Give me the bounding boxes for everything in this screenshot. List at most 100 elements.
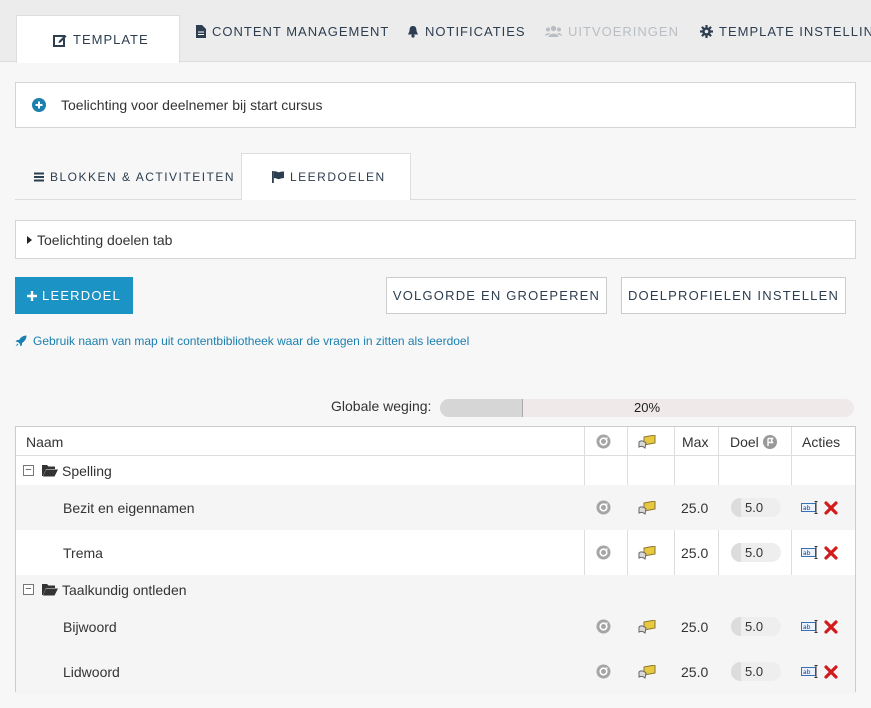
group-row-spelling[interactable]: − Spelling — [16, 456, 855, 485]
plus-icon — [27, 290, 38, 301]
header-naam: Naam — [26, 433, 64, 450]
global-weight-value: 20% — [633, 400, 661, 415]
header-doel-label: Doel — [730, 433, 759, 450]
add-leerdoel-button[interactable]: LEERDOEL — [15, 277, 133, 314]
max-value: 25.0 — [681, 544, 709, 561]
svg-text:ab: ab — [803, 669, 811, 676]
volgorde-groeperen-button[interactable]: VOLGORDE EN GROEPEREN — [386, 277, 607, 314]
tab-notificaties[interactable]: NOTIFICATIES — [407, 0, 526, 62]
svg-text:ab: ab — [803, 505, 811, 512]
target-value: 5.0 — [745, 500, 764, 515]
refresh-icon[interactable] — [596, 604, 611, 649]
books-icon[interactable] — [638, 604, 656, 649]
add-leerdoel-label: LEERDOEL — [42, 288, 121, 303]
bell-icon — [407, 25, 419, 38]
flag-icon — [272, 171, 284, 183]
tab-template-instelling[interactable]: TEMPLATE INSTELLING — [700, 0, 871, 62]
rocket-icon — [15, 335, 27, 347]
tab-uitvoeringen-label: UITVOERINGEN — [568, 23, 679, 39]
tab-template-instelling-label: TEMPLATE INSTELLING — [719, 23, 871, 39]
header-refresh-icon — [596, 427, 611, 456]
books-icon[interactable] — [638, 530, 656, 575]
goal-name: Lidwoord — [63, 663, 120, 680]
intro-panel-label: Toelichting voor deelnemer bij start cur… — [61, 97, 323, 113]
target-input[interactable]: 5.0 — [731, 649, 781, 694]
tab-template-label: TEMPLATE — [73, 32, 149, 47]
tab-leerdoelen[interactable]: LEERDOELEN — [241, 153, 411, 200]
target-input[interactable]: 5.0 — [731, 485, 781, 530]
tab-uitvoeringen[interactable]: UITVOERINGEN — [545, 0, 679, 62]
edit-icon — [53, 33, 67, 47]
header-acties: Acties — [802, 433, 841, 450]
table-row: Trema 25.0 5.0 ab — [16, 530, 855, 575]
tab-blokken-label: BLOKKEN & ACTIVITEITEN — [50, 169, 236, 184]
delete-icon[interactable] — [824, 530, 838, 575]
target-value: 5.0 — [745, 664, 764, 679]
group-name: Taalkundig ontleden — [62, 581, 187, 598]
goals-panel[interactable]: Toelichting doelen tab — [15, 220, 856, 259]
goal-name: Trema — [63, 544, 103, 561]
group-name: Spelling — [62, 462, 112, 479]
books-icon[interactable] — [638, 649, 656, 694]
rename-icon[interactable]: ab — [801, 649, 818, 694]
tab-blokken-activiteiten[interactable]: BLOKKEN & ACTIVITEITEN — [34, 153, 235, 200]
max-value: 25.0 — [681, 618, 709, 635]
tab-notificaties-label: NOTIFICATIES — [425, 23, 526, 39]
rename-icon[interactable]: ab — [801, 485, 818, 530]
collapse-toggle[interactable]: − — [23, 575, 34, 604]
svg-text:ab: ab — [803, 550, 811, 557]
delete-icon[interactable] — [824, 604, 838, 649]
users-icon — [545, 25, 562, 37]
books-icon[interactable] — [638, 485, 656, 530]
refresh-icon[interactable] — [596, 530, 611, 575]
caret-right-icon — [27, 235, 32, 244]
folder-open-icon — [42, 456, 58, 485]
target-value: 5.0 — [745, 545, 764, 560]
max-value: 25.0 — [681, 663, 709, 680]
rename-icon[interactable]: ab — [801, 604, 818, 649]
minus-square-icon: − — [23, 584, 34, 595]
tab-leerdoelen-label: LEERDOELEN — [290, 170, 386, 184]
doelprofielen-label: DOELPROFIELEN INSTELLEN — [627, 288, 840, 303]
help-flag-icon[interactable] — [762, 434, 777, 449]
delete-icon[interactable] — [824, 649, 838, 694]
goals-panel-label: Toelichting doelen tab — [37, 231, 173, 248]
minus-square-icon: − — [23, 465, 34, 476]
global-weight-slider[interactable]: 20% — [440, 399, 854, 417]
goals-table: Naam Max Doel Acties − Spelling Bezit en… — [15, 426, 856, 694]
table-row: Lidwoord 25.0 5.0 ab — [16, 649, 855, 694]
header-max: Max — [682, 433, 709, 450]
target-value: 5.0 — [745, 619, 764, 634]
hint-link[interactable]: Gebruik naam van map uit contentbiblioth… — [15, 334, 469, 348]
rename-icon[interactable]: ab — [801, 530, 818, 575]
refresh-icon[interactable] — [596, 485, 611, 530]
table-row: Bijwoord 25.0 5.0 ab — [16, 604, 855, 649]
refresh-icon[interactable] — [596, 649, 611, 694]
plus-circle-icon — [32, 98, 46, 112]
folder-open-icon — [42, 575, 58, 604]
delete-icon[interactable] — [824, 485, 838, 530]
table-row: Bezit en eigennamen 25.0 5.0 ab — [16, 485, 855, 530]
max-value: 25.0 — [681, 499, 709, 516]
tab-content-management[interactable]: CONTENT MANAGEMENT — [196, 0, 389, 62]
svg-text:ab: ab — [803, 624, 811, 631]
tab-content-management-label: CONTENT MANAGEMENT — [212, 23, 390, 39]
goal-name: Bezit en eigennamen — [63, 499, 195, 516]
hint-label: Gebruik naam van map uit contentbiblioth… — [33, 334, 470, 348]
collapse-toggle[interactable]: − — [23, 456, 34, 485]
gear-icon — [700, 24, 713, 38]
doelprofielen-button[interactable]: DOELPROFIELEN INSTELLEN — [621, 277, 846, 314]
header-doel: Doel — [730, 427, 777, 456]
table-header: Naam Max Doel Acties — [16, 427, 855, 456]
file-icon — [196, 24, 206, 38]
global-weight-label: Globale weging: — [331, 398, 432, 414]
target-input[interactable]: 5.0 — [731, 530, 781, 575]
header-books-icon — [638, 427, 656, 456]
volgorde-groeperen-label: VOLGORDE EN GROEPEREN — [392, 288, 601, 303]
tab-template[interactable]: TEMPLATE — [16, 15, 180, 63]
group-row-taalkundig[interactable]: − Taalkundig ontleden — [16, 575, 855, 604]
goal-name: Bijwoord — [63, 618, 117, 635]
intro-panel[interactable]: Toelichting voor deelnemer bij start cur… — [15, 82, 856, 128]
target-input[interactable]: 5.0 — [731, 604, 781, 649]
top-tab-bar: TEMPLATE CONTENT MANAGEMENT NOTIFICATIES… — [0, 0, 871, 63]
